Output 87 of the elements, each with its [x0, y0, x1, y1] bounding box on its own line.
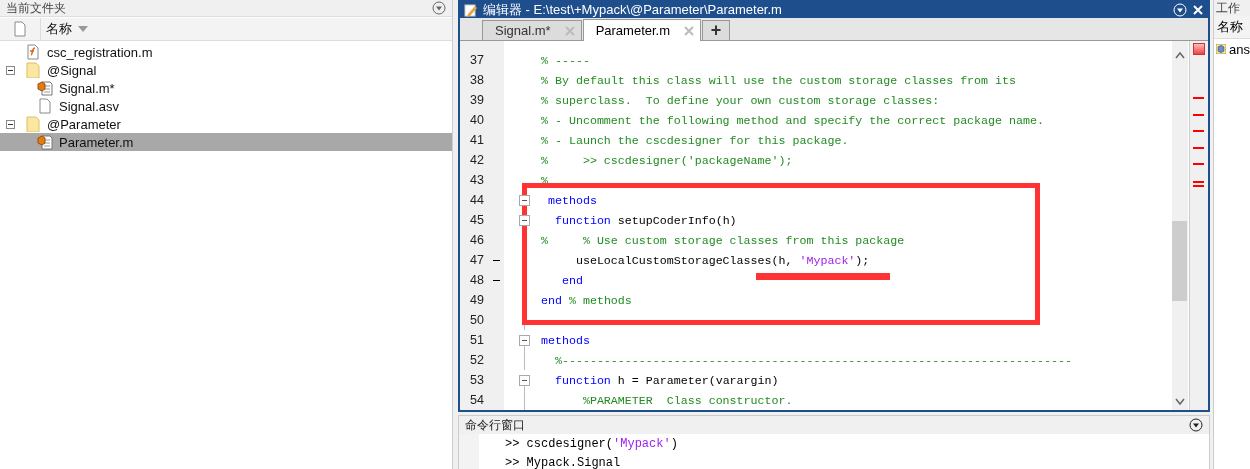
code-line: %-------------------------------------------------------------------------	[553, 353, 1072, 367]
breakpoint-dash-icon[interactable]	[492, 279, 500, 281]
code-line: end	[560, 273, 583, 287]
close-icon	[684, 25, 695, 36]
error-indicator[interactable]	[1193, 43, 1205, 55]
code-line: % - Uncomment the following method and specify the correct package name.	[540, 113, 1044, 127]
name-column-header[interactable]: 名称	[41, 20, 93, 38]
file-tree-item[interactable]: @Signal	[0, 61, 452, 79]
code-line: % superclass. To define your own custom storage classes:	[540, 93, 940, 107]
code-line: % - Launch the cscdesigner for this package.	[540, 133, 849, 147]
panel-title: 命令行窗口	[465, 416, 525, 434]
class-file-icon	[37, 134, 53, 150]
line-number: 40	[469, 112, 485, 129]
fold-toggle[interactable]	[519, 335, 530, 346]
dropdown-icon	[1173, 3, 1187, 17]
error-marker[interactable]	[1193, 147, 1204, 149]
dropdown-icon	[432, 1, 446, 15]
line-number: 46	[469, 232, 485, 249]
error-marker[interactable]	[1193, 130, 1204, 132]
line-number: 41	[469, 132, 485, 149]
scroll-thumb[interactable]	[1172, 221, 1187, 301]
code-line: function setupCoderInfo(h)	[553, 213, 737, 227]
folder-icon	[25, 62, 41, 78]
line-number: 43	[469, 172, 485, 189]
collapse-toggle[interactable]	[6, 65, 15, 75]
line-number: 53	[469, 372, 485, 389]
file-type-icon	[12, 21, 28, 37]
fold-toggle[interactable]	[519, 215, 530, 226]
panel-title: 当前文件夹	[6, 0, 66, 17]
code-line: % -----	[540, 53, 590, 67]
line-number: 39	[469, 92, 485, 109]
command-line: >> cscdesigner('Mypack')	[504, 435, 679, 453]
function-file-icon	[25, 44, 41, 60]
file-tree-item[interactable]: csc_registration.m	[0, 43, 452, 61]
close-icon	[1192, 4, 1204, 16]
error-marker[interactable]	[1193, 114, 1204, 116]
file-tree-item[interactable]: @Parameter	[0, 115, 452, 133]
scroll-down-icon	[1175, 398, 1185, 406]
cube-icon	[1216, 42, 1227, 56]
line-number: 54	[469, 392, 485, 409]
code-line: % By default this class will use the custom storage classes from its	[540, 73, 1016, 87]
line-number: 48	[469, 272, 485, 289]
collapse-toggle[interactable]	[6, 119, 15, 129]
class-file-icon	[37, 80, 53, 96]
code-line: methods	[547, 193, 597, 207]
close-icon	[564, 25, 575, 36]
code-line: end % methods	[540, 293, 632, 307]
error-marker[interactable]	[1193, 185, 1204, 187]
line-number: 51	[469, 332, 485, 349]
file-tree-item[interactable]: Parameter.m	[0, 133, 452, 151]
code-line: % >> cscdesigner('packageName');	[540, 153, 793, 167]
window-title: 编辑器 - E:\test\+Mypack\@Parameter\Parameter.m	[483, 1, 783, 19]
line-number: 44	[469, 192, 485, 209]
code-line: %PARAMETER Class constructor.	[581, 393, 793, 407]
error-marker[interactable]	[1193, 97, 1204, 99]
line-number: 38	[469, 72, 485, 89]
error-marker[interactable]	[1193, 163, 1204, 165]
code-line: function h = Parameter(varargin)	[553, 373, 779, 387]
line-number: 45	[469, 212, 485, 229]
scrollbar[interactable]	[1172, 41, 1188, 410]
edit-document-icon	[464, 3, 478, 17]
variable-item[interactable]: ans	[1214, 39, 1250, 59]
scroll-up-icon	[1175, 51, 1185, 59]
line-number: 42	[469, 152, 485, 169]
add-tab-button[interactable]: +	[702, 20, 731, 40]
code-line: % % Use custom storage classes from this package	[540, 233, 905, 247]
editor-tab[interactable]: Signal.m*	[482, 20, 582, 40]
editor-tab[interactable]: Parameter.m	[582, 19, 702, 41]
code-line: useLocalCustomStorageClasses(h, 'Mypack');	[574, 253, 870, 267]
file-tree-item[interactable]: Signal.asv	[0, 97, 452, 115]
dropdown-icon	[1189, 418, 1203, 432]
line-number: 50	[469, 312, 485, 329]
line-number: 49	[469, 292, 485, 309]
code-line: methods	[540, 333, 590, 347]
line-number: 52	[469, 352, 485, 369]
fold-toggle[interactable]	[519, 375, 530, 386]
command-line: >> Mypack.Signal	[504, 454, 622, 469]
line-number: 47	[469, 252, 485, 269]
error-marker[interactable]	[1193, 181, 1204, 183]
breakpoint-dash-icon[interactable]	[492, 259, 500, 261]
name-column-header[interactable]: 名称	[1214, 16, 1250, 39]
file-icon	[37, 98, 53, 114]
file-tree-item[interactable]: Signal.m*	[0, 79, 452, 97]
panel-title: 工作	[1214, 0, 1250, 16]
sort-icon	[78, 26, 88, 32]
fold-toggle[interactable]	[519, 195, 530, 206]
line-number: 37	[469, 52, 485, 69]
